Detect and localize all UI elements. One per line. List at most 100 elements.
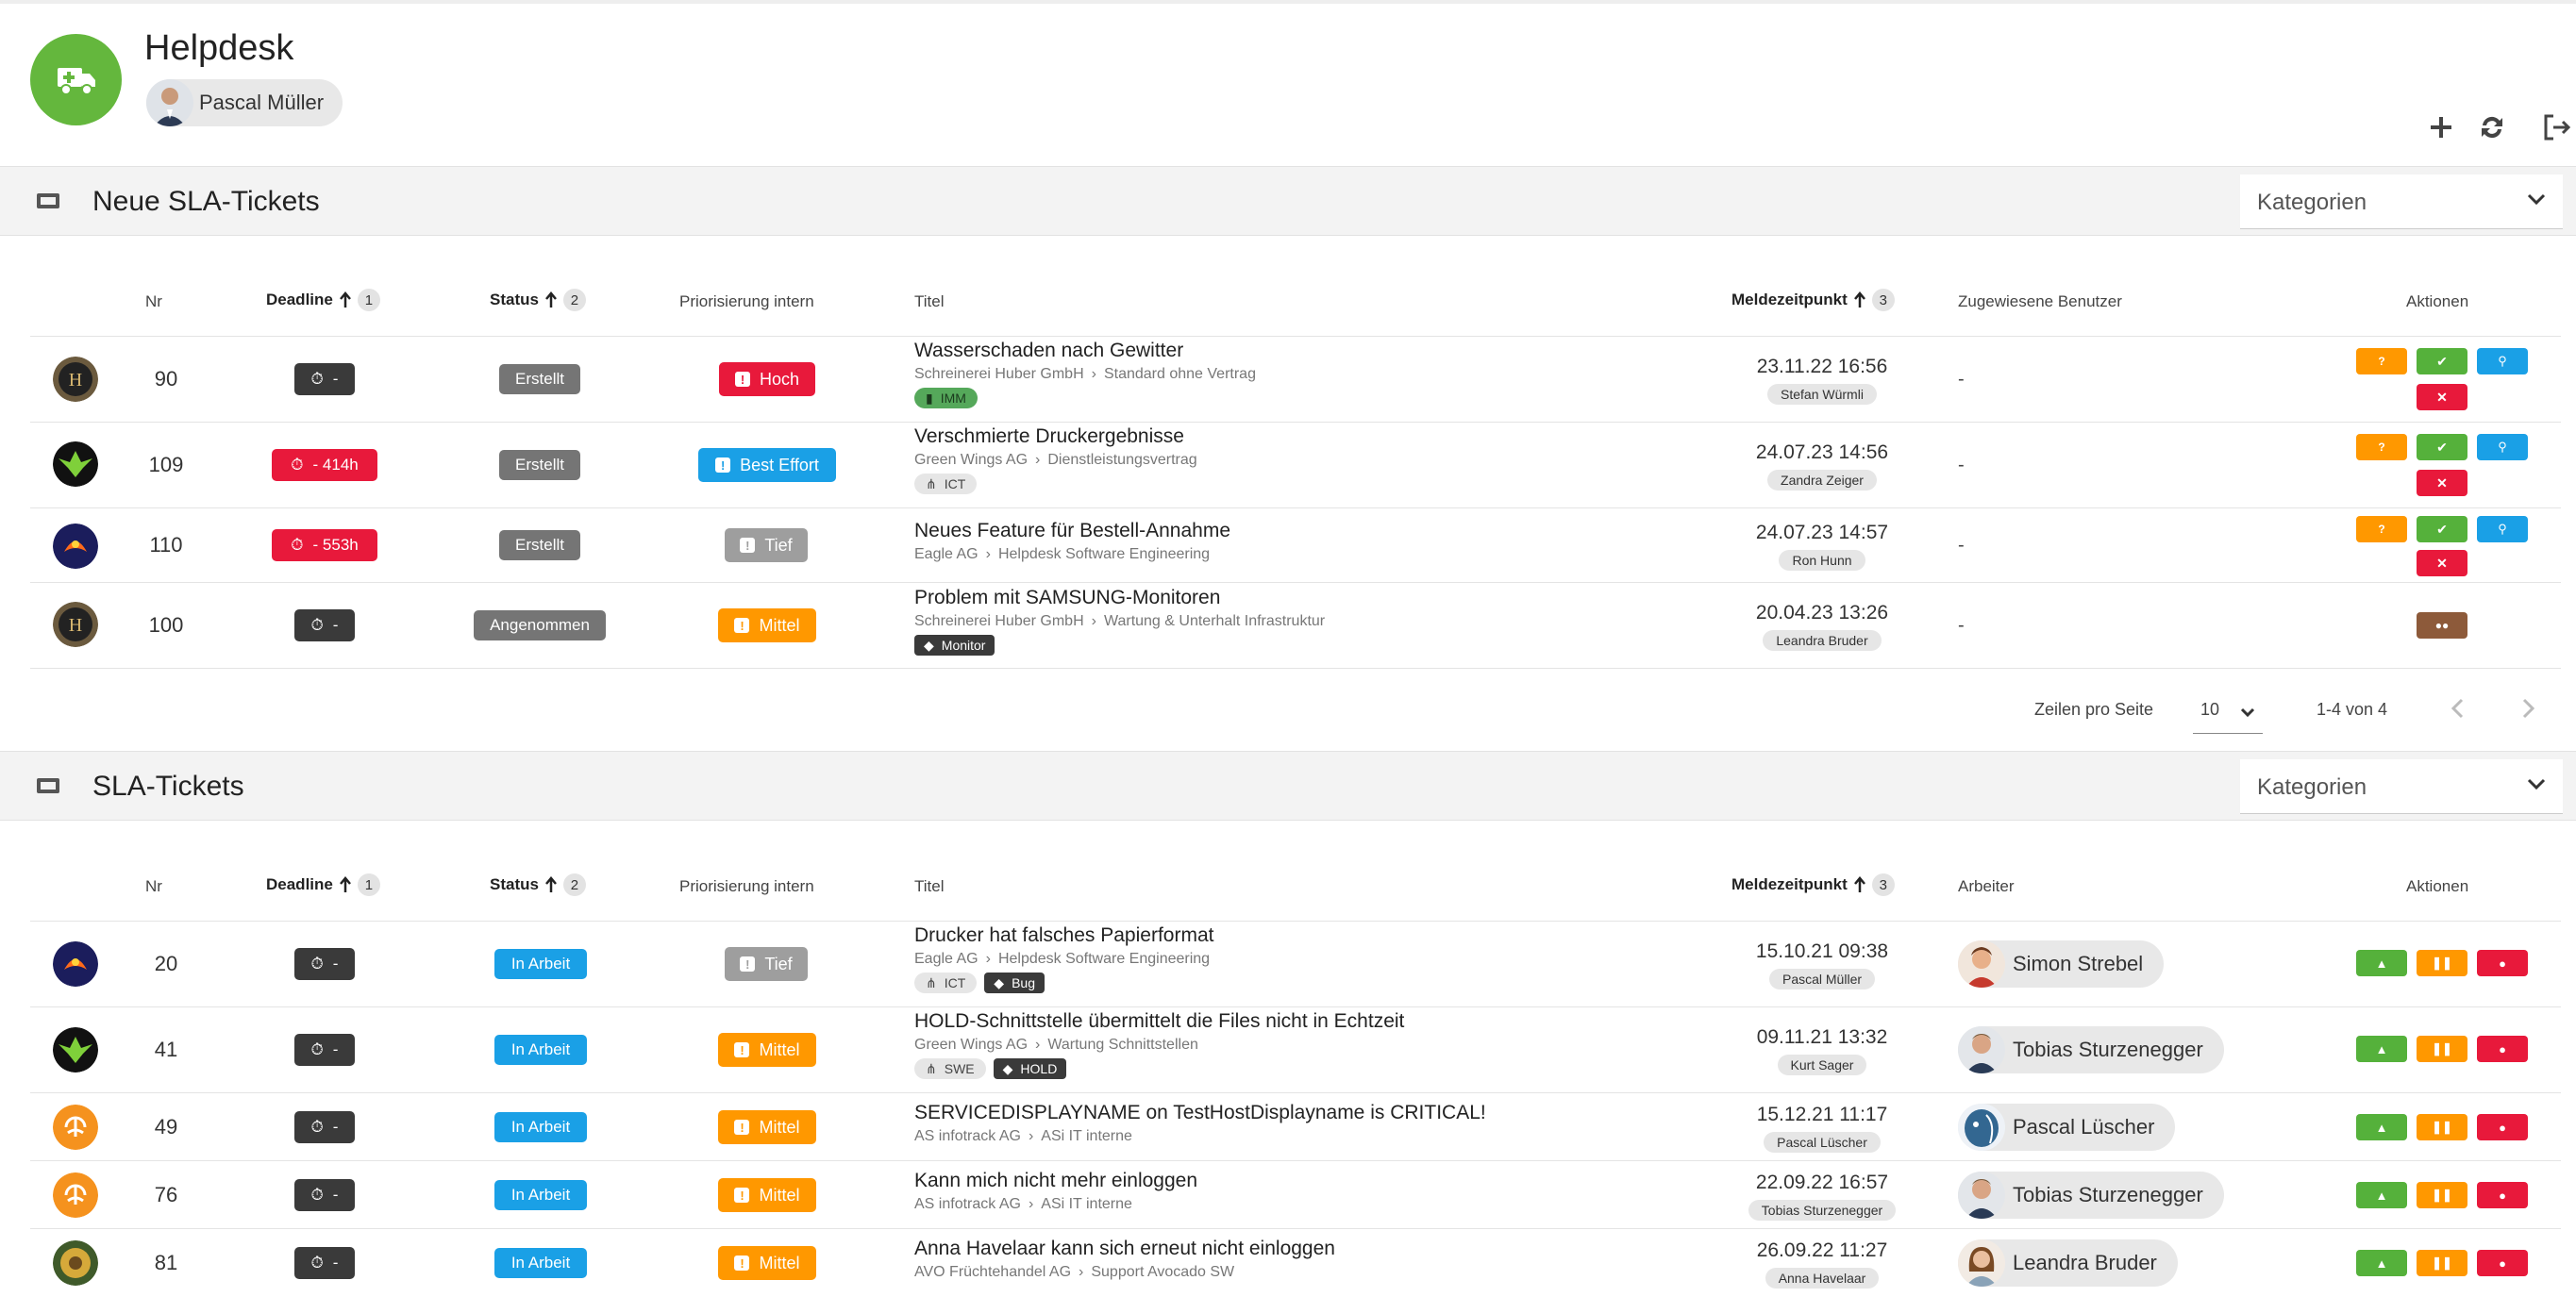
accept-button[interactable]: ✔ bbox=[2417, 434, 2467, 460]
exclamation-icon: ! bbox=[740, 956, 756, 972]
col-priority[interactable]: Priorisierung intern bbox=[679, 292, 814, 311]
thumbs-up-button[interactable]: ▲ bbox=[2356, 1250, 2407, 1276]
pause-button[interactable]: ❚❚ bbox=[2417, 1250, 2467, 1276]
worker-chip[interactable]: Leandra Bruder bbox=[1958, 1239, 2178, 1287]
ticket-title[interactable]: Anna Havelaar kann sich erneut nicht ein… bbox=[914, 1238, 1335, 1260]
add-ticket-button[interactable] bbox=[2422, 108, 2460, 146]
exclamation-icon: ! bbox=[734, 372, 750, 387]
col-reported[interactable]: Meldezeitpunkt 3 bbox=[1731, 873, 1895, 896]
ticket-title[interactable]: SERVICEDISPLAYNAME on TestHostDisplaynam… bbox=[914, 1102, 1486, 1124]
assign-button[interactable]: ⚲ bbox=[2477, 434, 2528, 460]
question-button[interactable]: ? bbox=[2356, 348, 2407, 374]
refresh-icon bbox=[2482, 116, 2502, 139]
thumbs-up-button[interactable]: ▲ bbox=[2356, 1036, 2407, 1062]
ticket-nr: 100 bbox=[148, 613, 184, 637]
team-button[interactable]: ●● bbox=[2417, 612, 2467, 639]
deadline-timer: ⏱ - 414h bbox=[272, 449, 377, 481]
user-button[interactable]: ● bbox=[2477, 1250, 2528, 1276]
logout-icon bbox=[2544, 114, 2571, 141]
ticket-title[interactable]: Kann mich nicht mehr einloggen bbox=[914, 1170, 1197, 1192]
rows-per-page-select[interactable]: 10 bbox=[2193, 694, 2263, 734]
user-icon: ● bbox=[2499, 1041, 2506, 1056]
logout-button[interactable] bbox=[2538, 108, 2576, 146]
thumbs-up-button[interactable]: ▲ bbox=[2356, 1182, 2407, 1208]
pause-button[interactable]: ❚❚ bbox=[2417, 1182, 2467, 1208]
question-button[interactable]: ? bbox=[2356, 434, 2407, 460]
ticket-title[interactable]: Problem mit SAMSUNG-Monitoren bbox=[914, 587, 1325, 609]
question-button[interactable]: ? bbox=[2356, 516, 2407, 542]
table-row[interactable]: 41 ⏱ - In Arbeit ! Mittel HOLD-Schnittstel… bbox=[30, 1007, 2561, 1093]
ticket-title-block[interactable]: Kann mich nicht mehr einloggen AS infotr… bbox=[914, 1170, 1197, 1213]
col-status-label: Status bbox=[490, 875, 539, 893]
pause-button[interactable]: ❚❚ bbox=[2417, 1036, 2467, 1062]
thumbs-up-button[interactable]: ▲ bbox=[2356, 1114, 2407, 1140]
ticket-title[interactable]: Drucker hat falsches Papierformat bbox=[914, 924, 1213, 947]
user-button[interactable]: ● bbox=[2477, 1036, 2528, 1062]
building-icon: ▮ bbox=[926, 390, 933, 406]
table-row[interactable]: H 90 ⏱ - Erstellt ! Hoch Wasserschaden nac… bbox=[30, 337, 2561, 423]
ticket-title-block[interactable]: SERVICEDISPLAYNAME on TestHostDisplaynam… bbox=[914, 1102, 1486, 1145]
ambulance-icon bbox=[57, 67, 95, 95]
refresh-button[interactable] bbox=[2473, 108, 2511, 146]
col-status[interactable]: Status 2 bbox=[490, 873, 586, 896]
table-row[interactable]: 49 ⏱ - In Arbeit ! Mittel SERVICEDISPLAYNA… bbox=[30, 1093, 2561, 1161]
priority-label: Mittel bbox=[759, 1185, 800, 1205]
ticket-title-block[interactable]: Drucker hat falsches Papierformat Eagle … bbox=[914, 924, 1213, 993]
accept-button[interactable]: ✔ bbox=[2417, 516, 2467, 542]
thumbs-up-button[interactable]: ▲ bbox=[2356, 950, 2407, 976]
ticket-title[interactable]: Verschmierte Druckergebnisse bbox=[914, 425, 1197, 448]
priority-label: Mittel bbox=[759, 1039, 800, 1059]
user-button[interactable]: ● bbox=[2477, 950, 2528, 976]
user-button[interactable]: ● bbox=[2477, 1114, 2528, 1140]
table-row[interactable]: 109 ⏱ - 414h Erstellt ! Best Effort Versch… bbox=[30, 423, 2561, 508]
pause-button[interactable]: ❚❚ bbox=[2417, 1114, 2467, 1140]
chevron-right-icon: › bbox=[1091, 366, 1096, 382]
ticket-title-block[interactable]: Problem mit SAMSUNG-Monitoren Schreinere… bbox=[914, 587, 1325, 656]
table-row[interactable]: 110 ⏱ - 553h Erstellt ! Tief Neues Feature… bbox=[30, 508, 2561, 583]
ticket-title[interactable]: HOLD-Schnittstelle übermittelt die Files… bbox=[914, 1010, 1404, 1033]
col-priority[interactable]: Priorisierung intern bbox=[679, 877, 814, 896]
company-avatar bbox=[53, 441, 98, 487]
col-title[interactable]: Titel bbox=[914, 877, 945, 896]
sla-category-select[interactable]: Kategorien bbox=[2240, 759, 2563, 814]
col-deadline[interactable]: Deadline 1 bbox=[266, 289, 380, 311]
ticket-title[interactable]: Neues Feature für Bestell-Annahme bbox=[914, 520, 1230, 542]
ticket-title-block[interactable]: HOLD-Schnittstelle übermittelt die Files… bbox=[914, 1010, 1404, 1079]
next-page-button[interactable] bbox=[2514, 694, 2542, 727]
table-row[interactable]: H 100 ⏱ - Angenommen ! Mittel Problem mit … bbox=[30, 583, 2561, 669]
reject-button[interactable]: ✕ bbox=[2417, 470, 2467, 496]
worker-chip[interactable]: Pascal Lüscher bbox=[1958, 1104, 2176, 1151]
col-title[interactable]: Titel bbox=[914, 292, 945, 311]
priority-badge: ! Mittel bbox=[718, 1246, 816, 1280]
worker-chip[interactable]: Simon Strebel bbox=[1958, 940, 2165, 988]
company-avatar bbox=[53, 1105, 98, 1150]
col-reported[interactable]: Meldezeitpunkt 3 bbox=[1731, 289, 1895, 311]
col-status[interactable]: Status 2 bbox=[490, 289, 586, 311]
assign-button[interactable]: ⚲ bbox=[2477, 516, 2528, 542]
deadline-value: - bbox=[332, 1118, 339, 1136]
ticket-title-block[interactable]: Neues Feature für Bestell-Annahme Eagle … bbox=[914, 520, 1230, 563]
user-icon: ● bbox=[2499, 956, 2506, 971]
pause-button[interactable]: ❚❚ bbox=[2417, 950, 2467, 976]
ticket-title-block[interactable]: Anna Havelaar kann sich erneut nicht ein… bbox=[914, 1238, 1335, 1281]
table-row[interactable]: 20 ⏱ - In Arbeit ! Tief Drucker hat falsch… bbox=[30, 922, 2561, 1007]
accept-button[interactable]: ✔ bbox=[2417, 348, 2467, 374]
ticket-title[interactable]: Wasserschaden nach Gewitter bbox=[914, 340, 1256, 362]
ticket-contract: ASi IT interne bbox=[1041, 1196, 1132, 1212]
ticket-title-block[interactable]: Verschmierte Druckergebnisse Green Wings… bbox=[914, 425, 1197, 494]
reject-button[interactable]: ✕ bbox=[2417, 550, 2467, 576]
ticket-title-block[interactable]: Wasserschaden nach Gewitter Schreinerei … bbox=[914, 340, 1256, 408]
reject-button[interactable]: ✕ bbox=[2417, 384, 2467, 410]
table-row[interactable]: 76 ⏱ - In Arbeit ! Mittel Kann mich nicht … bbox=[30, 1161, 2561, 1229]
worker-chip[interactable]: Tobias Sturzenegger bbox=[1958, 1172, 2224, 1219]
worker-chip[interactable]: Tobias Sturzenegger bbox=[1958, 1026, 2224, 1073]
table-row[interactable]: 81 ⏱ - In Arbeit ! Mittel Anna Havelaar ka… bbox=[30, 1229, 2561, 1297]
prev-page-button[interactable] bbox=[2444, 694, 2472, 727]
col-deadline[interactable]: Deadline 1 bbox=[266, 873, 380, 896]
assign-button[interactable]: ⚲ bbox=[2477, 348, 2528, 374]
col-actions: Aktionen bbox=[2406, 877, 2469, 895]
user-button[interactable]: ● bbox=[2477, 1182, 2528, 1208]
new-sla-category-select[interactable]: Kategorien bbox=[2240, 175, 2563, 229]
priority-label: Hoch bbox=[759, 369, 800, 389]
current-user-chip[interactable]: Pascal Müller bbox=[146, 79, 343, 126]
